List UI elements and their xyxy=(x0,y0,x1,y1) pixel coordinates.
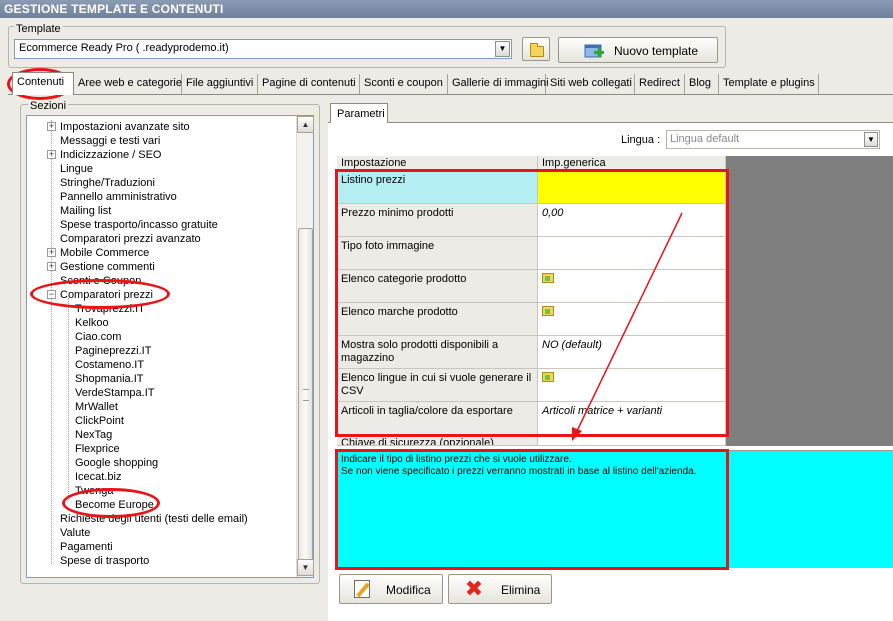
tree-item[interactable]: NexTag xyxy=(75,428,112,442)
tab-label: Blog xyxy=(689,77,712,89)
tree-item[interactable]: Kelkoo xyxy=(75,316,109,330)
tree-item[interactable]: Mailing list xyxy=(60,204,111,218)
tab-redirect[interactable]: Redirect xyxy=(635,74,685,95)
sections-legend: Sezioni xyxy=(28,100,69,112)
tree-item[interactable]: Comparatori prezzi avanzato xyxy=(60,232,201,246)
tree-item[interactable]: Shopmania.IT xyxy=(75,372,143,386)
window-title: GESTIONE TEMPLATE E CONTENUTI xyxy=(0,0,893,18)
tab-label: Template e plugins xyxy=(723,77,815,89)
tab-template-plugins[interactable]: Template e plugins xyxy=(719,74,819,95)
tree-line xyxy=(68,298,69,500)
tree-line xyxy=(51,120,52,564)
tree-item[interactable]: Impostazioni avanzate sito xyxy=(60,120,190,134)
tab-label: Redirect xyxy=(639,77,680,89)
new-template-label: Nuovo template xyxy=(614,44,699,58)
tree-item[interactable]: Pagineprezzi.IT xyxy=(75,344,151,358)
open-folder-button[interactable] xyxy=(522,37,550,61)
lingua-label: Lingua : xyxy=(621,134,661,146)
tree-item[interactable]: Mobile Commerce xyxy=(60,246,149,260)
tab-siti-collegati[interactable]: Siti web collegati xyxy=(546,74,635,95)
tab-label: Aree web e categorie xyxy=(78,77,182,89)
tab-pagine-contenuti[interactable]: Pagine di contenuti xyxy=(258,74,360,95)
tree-item[interactable]: Google shopping xyxy=(75,456,158,470)
scroll-down-icon[interactable]: ▼ xyxy=(297,559,314,576)
lingua-select[interactable]: Lingua default ▼ xyxy=(666,130,880,149)
tree-item[interactable]: Spese di trasporto xyxy=(60,554,149,568)
tree-item[interactable]: Valute xyxy=(60,526,90,540)
chevron-down-icon[interactable]: ▼ xyxy=(864,132,878,147)
new-template-button[interactable]: Nuovo template xyxy=(558,37,718,63)
annotation-oval xyxy=(62,488,160,518)
tree-item[interactable]: VerdeStampa.IT xyxy=(75,386,155,400)
tab-sconti-coupon[interactable]: Sconti e coupon xyxy=(360,74,448,95)
tab-strip: Contenuti Aree web e categorie File aggi… xyxy=(8,72,893,95)
tree-item[interactable]: Pagamenti xyxy=(60,540,113,554)
expand-icon[interactable]: + xyxy=(47,262,56,271)
tab-label: Pagine di contenuti xyxy=(262,77,356,89)
tab-divider xyxy=(8,94,893,95)
tab-label: Sconti e coupon xyxy=(364,77,443,89)
expand-icon[interactable]: + xyxy=(47,150,56,159)
tab-gallerie[interactable]: Gallerie di immagini xyxy=(448,74,549,95)
modifica-label: Modifica xyxy=(386,583,431,597)
annotation-rect xyxy=(335,449,729,570)
tab-blog[interactable]: Blog xyxy=(685,74,719,95)
tree-item[interactable]: ClickPoint xyxy=(75,414,124,428)
annotation-arrow xyxy=(572,212,683,441)
tab-parametri[interactable]: Parametri xyxy=(330,103,388,123)
tab-file-aggiuntivi[interactable]: File aggiuntivi xyxy=(182,74,258,95)
tab-label: File aggiuntivi xyxy=(186,77,254,89)
tree-item[interactable]: Gestione commenti xyxy=(60,260,155,274)
tree-item[interactable]: Ciao.com xyxy=(75,330,121,344)
tab-label: Contenuti xyxy=(17,76,65,88)
tree-item[interactable]: Pannello amministrativo xyxy=(60,190,177,204)
tree-scrollbar[interactable]: ▲ ▼ xyxy=(296,116,314,577)
tree-item[interactable]: Costameno.IT xyxy=(75,358,144,372)
scroll-up-icon[interactable]: ▲ xyxy=(297,116,314,133)
template-select[interactable]: Ecommerce Ready Pro ( .readyprodemo.it) … xyxy=(14,39,512,59)
tree-item[interactable]: Spese trasporto/incasso gratuite xyxy=(60,218,218,232)
scroll-thumb[interactable] xyxy=(298,228,313,563)
tree-item[interactable]: Icecat.biz xyxy=(75,470,121,484)
elimina-button[interactable]: ✖ Elimina xyxy=(448,574,552,604)
lingua-select-value: Lingua default xyxy=(670,133,740,145)
new-template-icon xyxy=(584,44,604,58)
template-select-value: Ecommerce Ready Pro ( .readyprodemo.it) xyxy=(19,42,229,54)
tab-label: Gallerie di immagini xyxy=(452,77,549,89)
expand-icon[interactable]: + xyxy=(47,248,56,257)
tree-item[interactable]: MrWallet xyxy=(75,400,118,414)
tree-item[interactable]: Lingue xyxy=(60,162,93,176)
chevron-down-icon[interactable]: ▼ xyxy=(495,41,510,57)
folder-icon xyxy=(530,43,544,57)
annotation-oval xyxy=(30,279,170,309)
delete-icon: ✖ xyxy=(464,576,484,601)
tab-aree-web[interactable]: Aree web e categorie xyxy=(74,74,182,95)
expand-icon[interactable]: + xyxy=(47,122,56,131)
tree-item[interactable]: Messaggi e testi vari xyxy=(60,134,160,148)
tab-label: Siti web collegati xyxy=(550,77,632,89)
tab-contenuti[interactable]: Contenuti xyxy=(12,72,74,95)
elimina-label: Elimina xyxy=(501,583,541,597)
edit-icon xyxy=(354,580,370,598)
modifica-button[interactable]: Modifica xyxy=(339,574,443,604)
template-legend: Template xyxy=(14,23,63,35)
tree-item[interactable]: Indicizzazione / SEO xyxy=(60,148,162,162)
tree-item[interactable]: Flexprice xyxy=(75,442,120,456)
tree-item[interactable]: Stringhe/Traduzioni xyxy=(60,176,155,190)
